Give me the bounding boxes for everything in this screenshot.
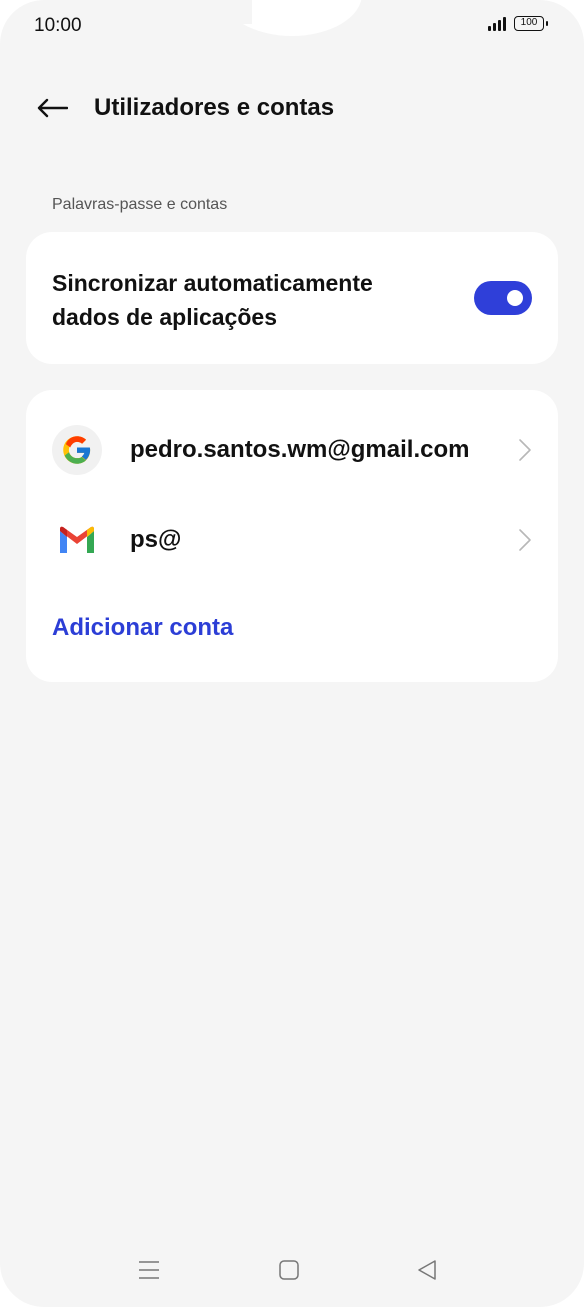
back-button[interactable] [36,88,70,128]
home-square-icon [279,1260,299,1280]
gmail-icon [52,515,102,565]
back-triangle-icon [418,1260,436,1280]
account-row-gmail[interactable]: ps@ [26,500,558,580]
chevron-right-icon [519,529,531,551]
page-title: Utilizadores e contas [94,94,335,121]
phone-screen: 10:00 100 Utilizadores e contas Palavras… [0,0,584,1307]
menu-icon [139,1261,159,1279]
battery-icon: 100 [514,16,548,31]
arrow-left-icon [37,98,68,118]
nav-back-button[interactable] [412,1258,442,1282]
google-icon [52,425,102,475]
signal-icon [488,16,506,31]
account-label: ps@ [130,526,182,553]
sync-toggle[interactable] [474,281,532,315]
account-label: pedro.santos.wm@gmail.com [130,436,470,463]
system-nav-bar [0,1248,584,1292]
section-label: Palavras-passe e contas [52,196,228,213]
status-icons: 100 [488,16,548,31]
account-row-google[interactable]: pedro.santos.wm@gmail.com [26,410,558,490]
chevron-right-icon [519,439,531,461]
home-button[interactable] [274,1258,304,1282]
toggle-knob [507,290,523,306]
top-app-bar: Utilizadores e contas [36,88,334,128]
menu-button[interactable] [134,1258,164,1282]
camera-notch [222,0,362,36]
accounts-card: pedro.santos.wm@gmail.com ps@ Adicionar [26,390,558,682]
status-time: 10:00 [34,15,82,36]
add-account-button[interactable]: Adicionar conta [52,614,233,642]
sync-label: Sincronizar automaticamente dados de apl… [52,270,373,330]
sync-card: Sincronizar automaticamente dados de apl… [26,232,558,364]
